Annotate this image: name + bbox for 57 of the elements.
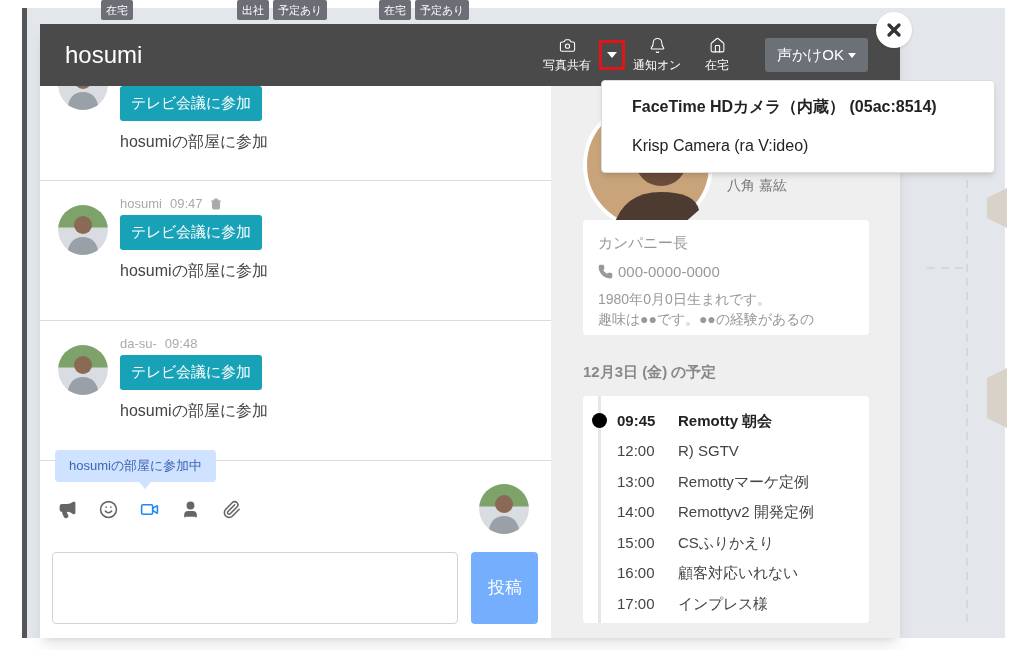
event-title: Remottyv2 開発定例 (678, 502, 814, 522)
dropdown-toggle[interactable] (599, 40, 626, 70)
event-time: 16:00 (617, 563, 656, 583)
status-tag: 予定あり (273, 0, 327, 20)
event-title: Remottyマーケ定例 (678, 471, 809, 492)
profile-bio-line: 趣味は●●です。●●の経験があるの (598, 310, 815, 329)
status-dropdown-button[interactable]: 声かけOK (765, 38, 868, 72)
camera-option[interactable]: Krisp Camera (ra V:ideo) (632, 134, 994, 158)
avatar (479, 484, 529, 534)
event-time: 09:45 (617, 410, 657, 431)
message-time: 09:48 (164, 335, 198, 354)
message-text: hosumiの部屋に参加 (120, 132, 268, 152)
event-time: 17:00 (617, 593, 656, 614)
event-title: 顧客対応いれない (678, 563, 798, 583)
event-title: インプレス様 (678, 593, 768, 614)
event-title: R) SGTV (678, 441, 739, 461)
profile-name: 八角 嘉紘 (727, 176, 787, 195)
camera-action-button[interactable]: 写真共有 (539, 36, 596, 74)
message-author: da-su- (120, 335, 157, 354)
camera-option[interactable]: FaceTime HDカメラ（内蔵） (05ac:8514) (632, 95, 994, 119)
avatar (58, 345, 108, 395)
phone-icon (598, 264, 613, 280)
message-author: hosumi (120, 195, 162, 214)
status-tag: 在宅 (379, 0, 411, 20)
event-time: 13:00 (617, 471, 656, 492)
tooltip: hosumiの部屋に参加中 (55, 450, 216, 482)
event-time: 15:00 (617, 532, 656, 553)
bell-action-button[interactable]: 通知オン (629, 36, 686, 74)
schedule-heading: 12月3日 (金) の予定 (583, 362, 718, 382)
smiley-icon[interactable] (99, 499, 118, 519)
message-text: hosumiの部屋に参加 (120, 261, 268, 281)
home-icon (708, 36, 726, 54)
message-input[interactable] (52, 552, 459, 624)
status-tag: 予定あり (415, 0, 469, 20)
event-title: CSふりかえり (678, 532, 774, 553)
paperclip-icon[interactable] (222, 499, 241, 519)
message-time: 09:47 (169, 195, 203, 214)
event-time: 14:00 (617, 502, 656, 522)
event-title: Remotty 朝会 (678, 410, 773, 431)
avatar (58, 205, 108, 255)
home-action-button[interactable]: 在宅 (689, 36, 746, 74)
profile-phone: 000-0000-0000 (618, 261, 720, 282)
event-time: 12:00 (617, 441, 656, 461)
megaphone-icon[interactable] (58, 499, 77, 519)
caret-icon (848, 52, 856, 58)
profile-position: カンパニー長 (598, 233, 689, 253)
camera-icon (558, 36, 576, 54)
status-tag: 在宅 (101, 0, 133, 20)
dialog-title: hosumi (65, 40, 143, 70)
person-icon[interactable] (181, 499, 200, 519)
close-icon (884, 20, 904, 40)
status-tag: 出社 (237, 0, 269, 20)
caret-icon (607, 52, 618, 58)
tooltip-arrow-icon (139, 482, 151, 489)
bell-icon (648, 36, 666, 54)
profile-bio-line: 1980年0月0日生まれです。 (598, 290, 772, 309)
message-text: hosumiの部屋に参加 (120, 401, 268, 421)
